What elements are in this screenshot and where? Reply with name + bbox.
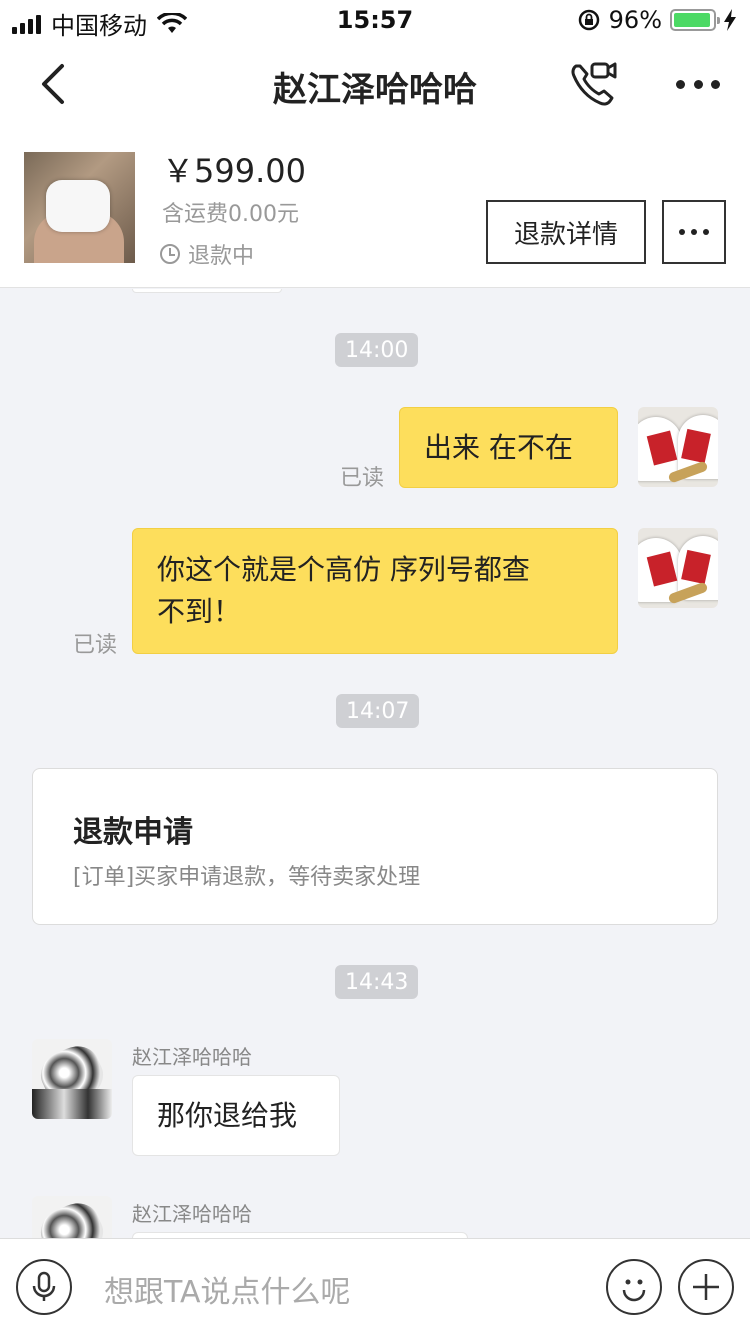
sender-name: 赵江泽哈哈哈 [132,1045,252,1069]
my-avatar[interactable] [638,407,718,487]
product-header: ￥599.00 含运费0.00元 退款中 退款详情 [0,128,750,288]
order-more-button[interactable] [662,200,726,264]
contact-message-bubble[interactable]: 那你退给我 [132,1075,340,1156]
my-avatar[interactable] [638,528,718,608]
contact-avatar[interactable] [32,1039,112,1119]
read-receipt: 已读 [340,466,385,491]
battery-icon [670,9,720,31]
message-line: 不到！ [157,595,242,628]
smiley-icon [622,1279,646,1302]
product-thumbnail[interactable] [24,152,135,263]
contact-avatar[interactable] [32,1196,112,1238]
my-message-bubble[interactable]: 出来 在不在 [399,407,618,488]
add-button[interactable] [678,1259,734,1315]
battery-percent: 96% [608,6,662,34]
voice-button[interactable] [16,1259,72,1315]
refund-status: 退款中 [160,238,254,270]
timestamp: 14:00 [335,333,419,367]
more-options-icon[interactable] [676,70,720,98]
emoji-button[interactable] [606,1259,662,1315]
clock-icon [160,244,180,264]
message-input[interactable]: 想跟TA说点什么呢 [104,1267,351,1311]
my-message-bubble[interactable]: 你这个就是个高仿 序列号都查 不到！ [132,528,618,654]
chat-area[interactable]: 14:00 已读 出来 在不在 已读 你这个就是个高仿 序列号都查 不到！ 14… [0,289,750,1238]
sender-name: 赵江泽哈哈哈 [132,1202,252,1226]
refund-request-title: 退款申请 [73,815,193,850]
product-price: ￥599.00 [162,152,306,190]
message-line: 你这个就是个高仿 序列号都查 [157,553,530,586]
refund-request-text: [订单]买家申请退款，等待卖家处理 [73,865,421,890]
rotation-lock-icon [578,9,599,31]
plus-icon [693,1274,719,1300]
read-receipt: 已读 [73,633,118,658]
previous-message-card [132,289,282,293]
page-title: 赵江泽哈哈哈 [273,70,477,110]
refund-request-card[interactable]: 退款申请 [订单]买家申请退款，等待卖家处理 [32,768,718,925]
microphone-icon [32,1271,56,1301]
refund-details-button[interactable]: 退款详情 [486,200,646,264]
input-bar: 想跟TA说点什么呢 [0,1238,750,1334]
timestamp: 14:07 [336,694,420,728]
status-bar: 中国移动 15:57 96% [0,0,750,40]
timestamp: 14:43 [335,965,419,999]
call-video-icon[interactable] [568,58,620,110]
nav-bar: 赵江泽哈哈哈 [0,40,750,128]
shipping-fee: 含运费0.00元 [162,202,299,227]
charging-icon [724,9,736,31]
refund-status-label: 退款中 [188,244,255,269]
